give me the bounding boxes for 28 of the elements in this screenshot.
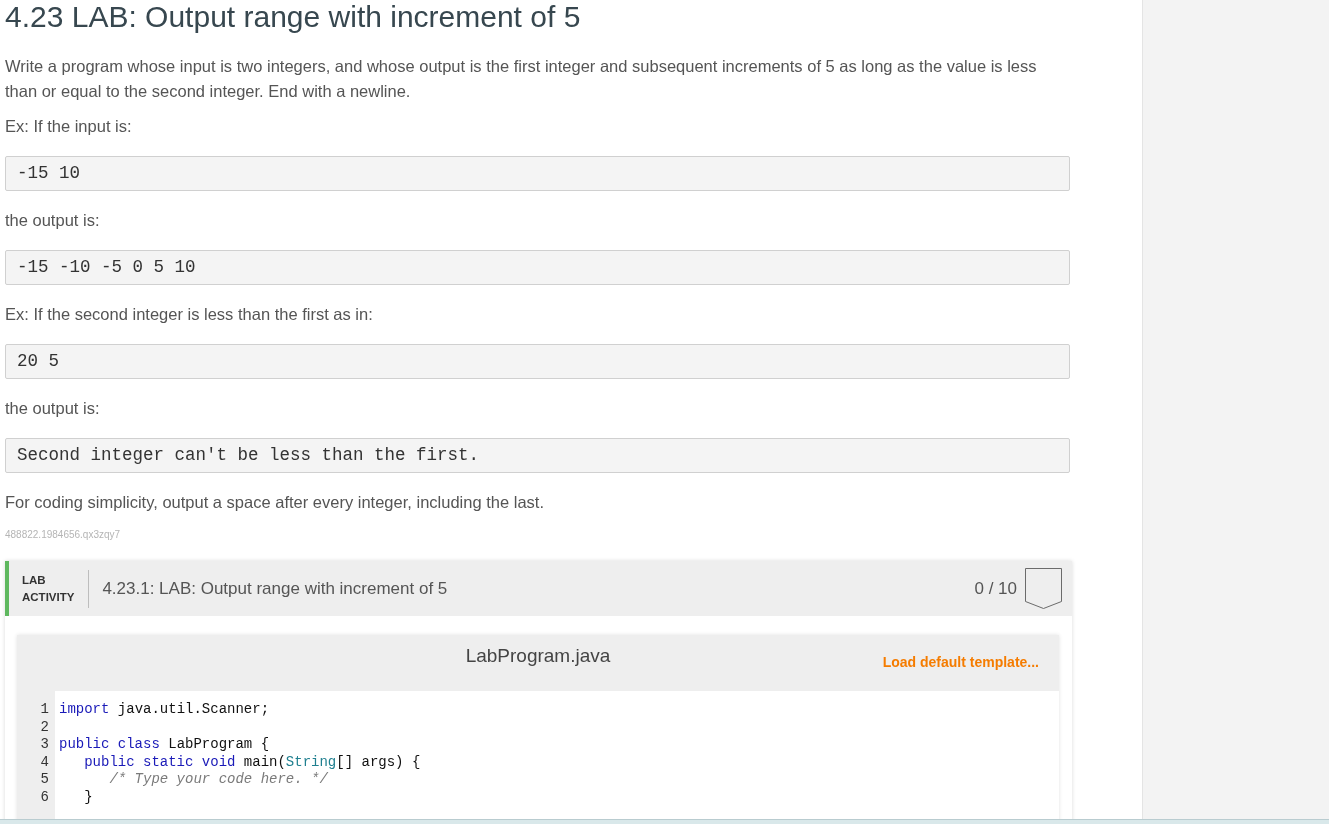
code-sample: 20 5 xyxy=(5,344,1070,379)
lab-activity-title: 4.23.1: LAB: Output range with increment of 5 xyxy=(102,577,448,600)
instruction-text: Ex: If the input is: xyxy=(5,116,133,137)
reference-id-text: 488822.1984656.qx3zqy7 xyxy=(5,529,121,541)
code-sample: -15 -10 -5 0 5 10 xyxy=(5,250,1070,285)
line-number: 2 xyxy=(40,718,49,736)
code-line: public class LabProgram { xyxy=(59,736,270,754)
code-sample: Second integer can't be less than the first. xyxy=(5,438,1070,473)
instruction-text: For coding simplicity, output a space after every integer, including the last. xyxy=(5,492,545,513)
line-number: 3 xyxy=(40,736,49,754)
code-sample: -15 10 xyxy=(5,156,1070,191)
code-line: public static void main(String[] args) { xyxy=(83,753,421,771)
score-text: 0 / 10 xyxy=(974,577,1017,600)
line-number: 1 xyxy=(40,701,49,719)
instruction-text: the output is: xyxy=(5,210,101,231)
page-title: 4.23 LAB: Output range with increment of 5 xyxy=(5,0,581,34)
instruction-text: Ex: If the second integer is less than the first as in: xyxy=(5,304,374,325)
line-number: 5 xyxy=(40,771,49,789)
file-name: LabProgram.java xyxy=(465,643,611,668)
code-line: /* Type your code here. */ xyxy=(108,771,328,789)
instruction-text: Write a program whose input is two integers, and whose output is the first integer and subsequent increments of 5 as long as the value is less than or equal to the second integer. End with a newline. xyxy=(5,56,1038,102)
line-number: 4 xyxy=(40,753,49,771)
code-line: } xyxy=(83,788,93,806)
lab-activity-label: LAB ACTIVITY xyxy=(22,572,75,605)
instruction-text: the output is: xyxy=(5,398,101,419)
line-number: 6 xyxy=(40,788,49,806)
code-line: import java.util.Scanner; xyxy=(59,701,270,719)
code-input-field[interactable]: 1 2 3 4 5 6 import java.util.Scanner; public class LabProgram { public static void main(String[] args) { /* Type your code here. */ } xyxy=(17,691,1059,819)
